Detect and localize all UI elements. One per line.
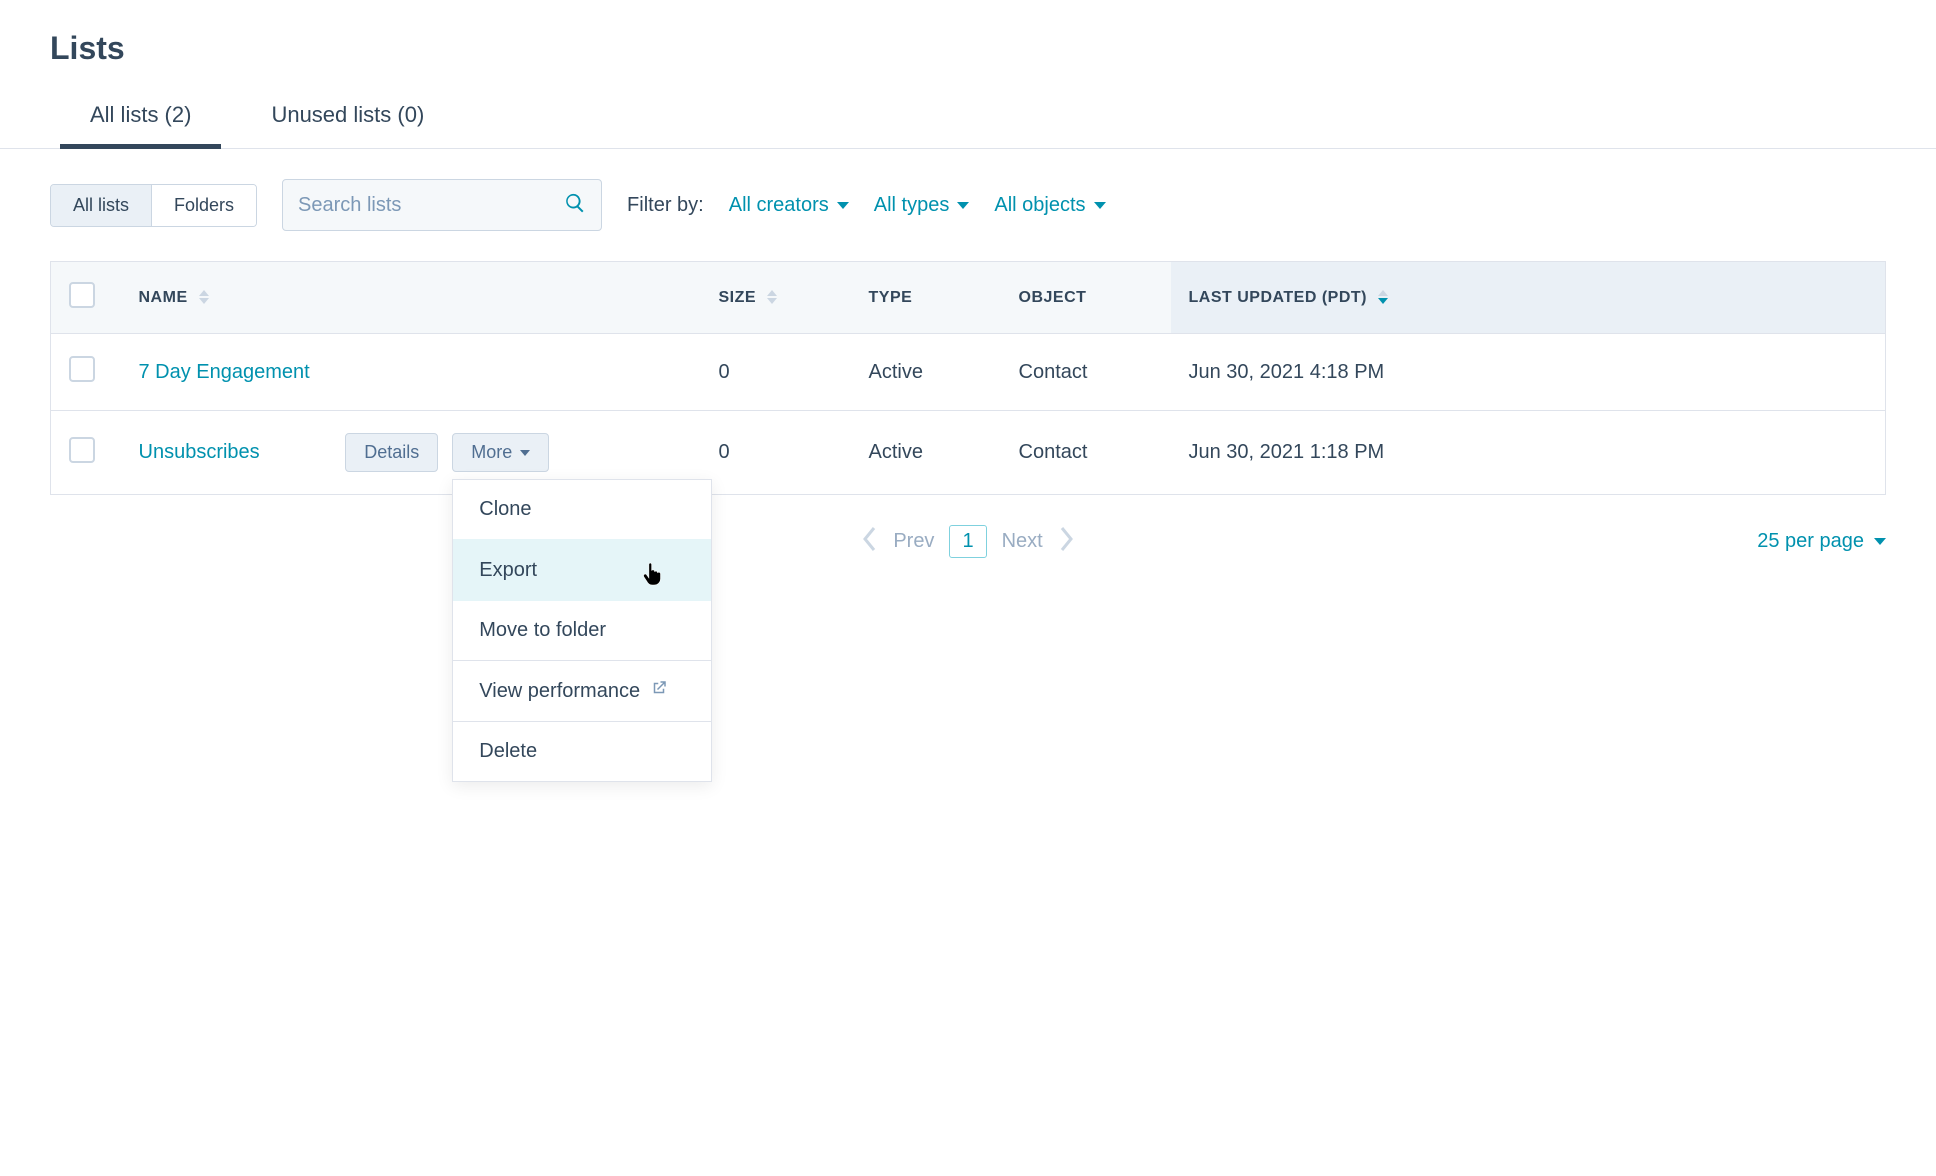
cursor-hand-icon bbox=[642, 561, 664, 587]
filter-objects[interactable]: All objects bbox=[994, 194, 1105, 217]
segment-folders[interactable]: Folders bbox=[152, 185, 256, 226]
menu-view-performance-label: View performance bbox=[479, 680, 640, 703]
next-button[interactable]: Next bbox=[1002, 530, 1043, 553]
cell-object: Contact bbox=[1001, 334, 1171, 411]
select-all-checkbox[interactable] bbox=[69, 282, 95, 308]
lists-table: NAME SIZE TYPE OBJECT LAST UPDATED (PDT) bbox=[50, 261, 1886, 495]
segment-all-lists[interactable]: All lists bbox=[51, 185, 152, 226]
more-button-label: More bbox=[471, 442, 512, 463]
sort-icon bbox=[199, 290, 209, 304]
filter-creators[interactable]: All creators bbox=[729, 194, 849, 217]
cell-type: Active bbox=[851, 411, 1001, 495]
filter-types[interactable]: All types bbox=[874, 194, 970, 217]
tabs: All lists (2) Unused lists (0) bbox=[0, 102, 1936, 149]
external-link-icon bbox=[650, 679, 668, 703]
view-segmented: All lists Folders bbox=[50, 184, 257, 227]
col-checkbox bbox=[51, 262, 121, 334]
col-last-updated-label: LAST UPDATED (PDT) bbox=[1189, 289, 1367, 306]
next-arrow-icon[interactable] bbox=[1058, 526, 1074, 558]
col-name-label: NAME bbox=[139, 289, 188, 306]
sort-icon bbox=[767, 290, 777, 304]
cell-size: 0 bbox=[701, 411, 851, 495]
cell-size: 0 bbox=[701, 334, 851, 411]
col-size[interactable]: SIZE bbox=[701, 262, 851, 334]
filter-creators-label: All creators bbox=[729, 194, 829, 217]
col-object[interactable]: OBJECT bbox=[1001, 262, 1171, 334]
filter-bar: Filter by: All creators All types All ob… bbox=[627, 194, 1105, 217]
menu-delete[interactable]: Delete bbox=[453, 721, 711, 781]
col-type[interactable]: TYPE bbox=[851, 262, 1001, 334]
row-actions: Details More Clone Export bbox=[345, 433, 549, 472]
page-number[interactable]: 1 bbox=[949, 525, 986, 558]
caret-down-icon bbox=[957, 202, 969, 209]
search-wrap bbox=[282, 179, 602, 231]
menu-export[interactable]: Export bbox=[453, 539, 711, 601]
list-name-link[interactable]: 7 Day Engagement bbox=[139, 361, 310, 383]
page-title: Lists bbox=[50, 30, 1886, 67]
toolbar: All lists Folders Filter by: All creator… bbox=[50, 179, 1886, 231]
cell-last-updated: Jun 30, 2021 4:18 PM bbox=[1171, 334, 1886, 411]
caret-down-icon bbox=[1094, 202, 1106, 209]
menu-move-to-folder[interactable]: Move to folder bbox=[453, 601, 711, 660]
col-type-label: TYPE bbox=[869, 289, 913, 306]
cell-object: Contact bbox=[1001, 411, 1171, 495]
filter-objects-label: All objects bbox=[994, 194, 1085, 217]
table-row: 7 Day Engagement 0 Active Contact Jun 30… bbox=[51, 334, 1886, 411]
col-object-label: OBJECT bbox=[1019, 289, 1087, 306]
table-row: Unsubscribes Details More Clone Exp bbox=[51, 411, 1886, 495]
menu-view-performance[interactable]: View performance bbox=[453, 660, 711, 721]
more-menu: Clone Export Move to folder View perfo bbox=[452, 479, 712, 782]
caret-down-icon bbox=[1874, 538, 1886, 545]
tab-unused-lists[interactable]: Unused lists (0) bbox=[271, 102, 424, 148]
col-size-label: SIZE bbox=[719, 289, 757, 306]
more-button[interactable]: More bbox=[452, 433, 549, 472]
sort-icon bbox=[1378, 290, 1388, 304]
per-page-label: 25 per page bbox=[1757, 530, 1864, 553]
caret-down-icon bbox=[520, 450, 530, 456]
menu-export-label: Export bbox=[479, 559, 537, 582]
search-input[interactable] bbox=[298, 194, 564, 217]
caret-down-icon bbox=[837, 202, 849, 209]
per-page-dropdown[interactable]: 25 per page bbox=[1757, 530, 1886, 553]
col-last-updated[interactable]: LAST UPDATED (PDT) bbox=[1171, 262, 1886, 334]
cell-type: Active bbox=[851, 334, 1001, 411]
pagination: Prev 1 Next 25 per page bbox=[50, 525, 1886, 558]
row-checkbox[interactable] bbox=[69, 356, 95, 382]
cell-last-updated: Jun 30, 2021 1:18 PM bbox=[1171, 411, 1886, 495]
menu-clone[interactable]: Clone bbox=[453, 480, 711, 539]
filter-types-label: All types bbox=[874, 194, 950, 217]
prev-button[interactable]: Prev bbox=[893, 530, 934, 553]
col-name[interactable]: NAME bbox=[121, 262, 701, 334]
list-name-link[interactable]: Unsubscribes bbox=[139, 441, 260, 463]
details-button[interactable]: Details bbox=[345, 433, 438, 472]
prev-arrow-icon[interactable] bbox=[862, 526, 878, 558]
filter-label: Filter by: bbox=[627, 194, 704, 217]
tab-all-lists[interactable]: All lists (2) bbox=[90, 102, 191, 148]
search-icon[interactable] bbox=[564, 192, 586, 219]
row-checkbox[interactable] bbox=[69, 437, 95, 463]
